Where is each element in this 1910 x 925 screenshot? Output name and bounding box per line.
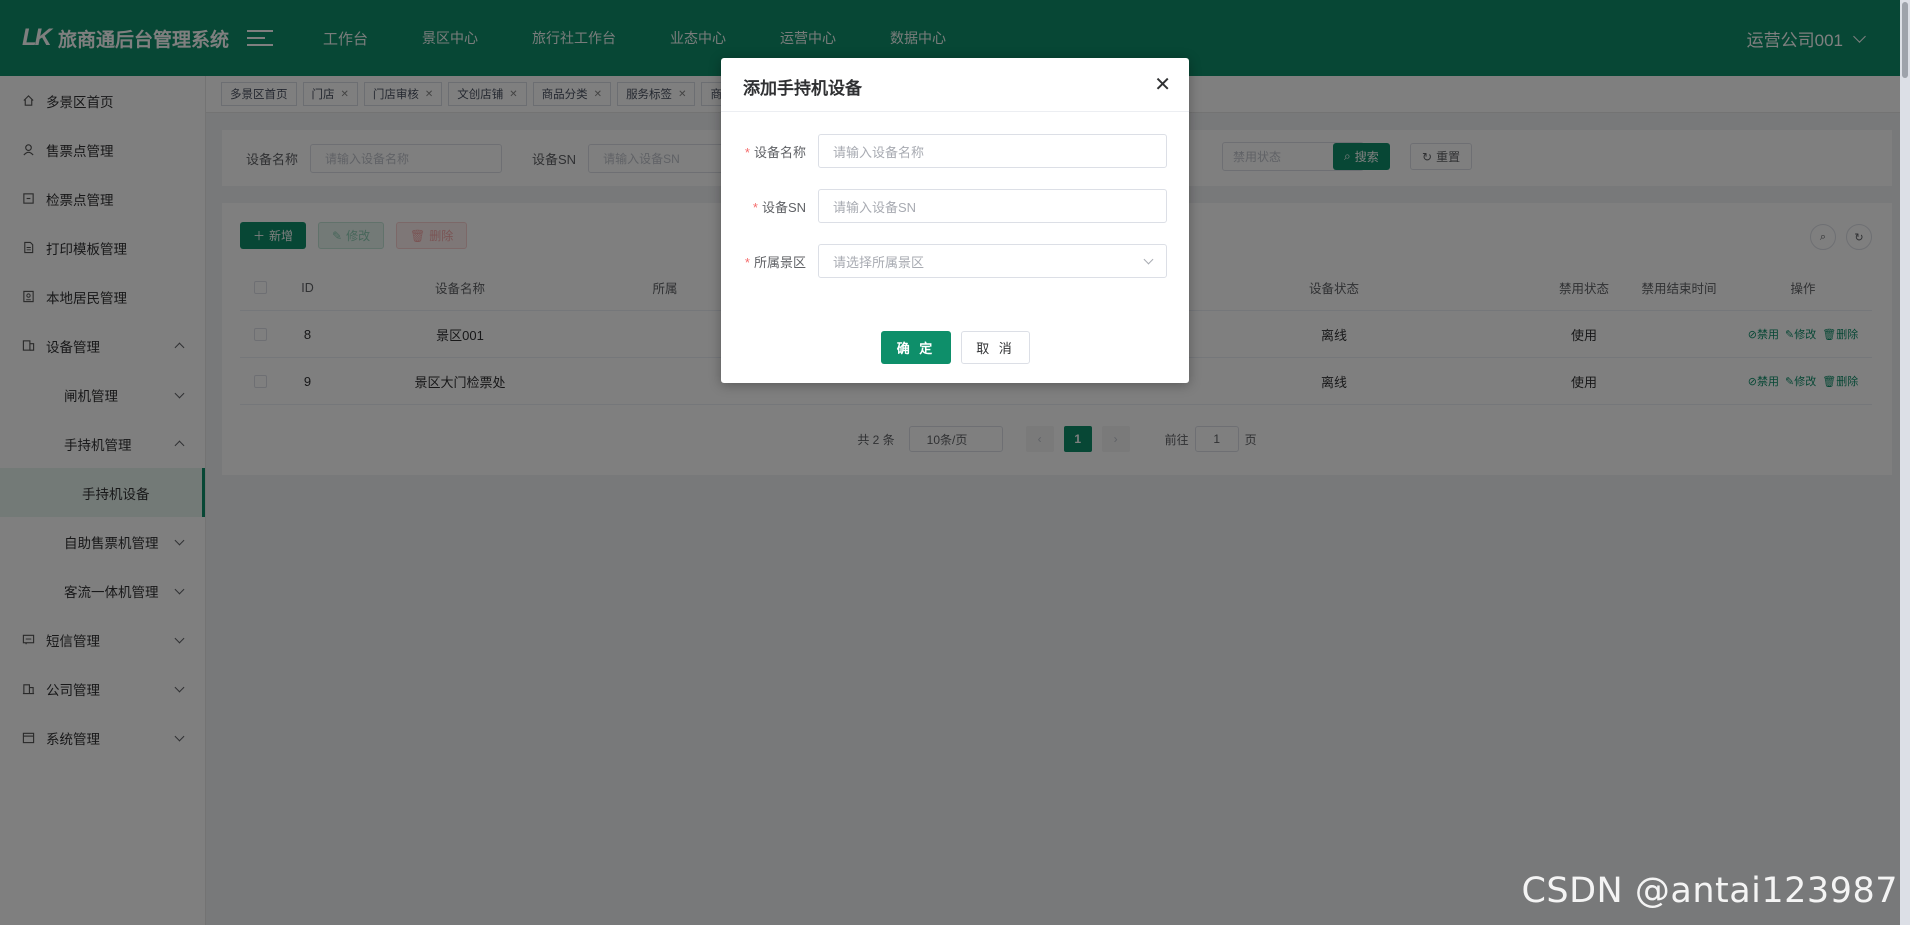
page-scrollbar[interactable] [1900, 0, 1910, 925]
device-name-input[interactable]: 请输入设备名称 [818, 134, 1167, 168]
field-label: * 设备SN [752, 200, 806, 215]
form-row-device-sn: * 设备SN 请输入设备SN [721, 189, 1189, 223]
confirm-button[interactable]: 确 定 [881, 331, 951, 364]
label-text: 设备名称 [753, 145, 806, 160]
watermark-text: CSDN @antai123987 [1521, 871, 1898, 911]
dialog-title: 添加手持机设备 [743, 79, 862, 98]
label-text: 所属景区 [753, 255, 806, 270]
select-placeholder: 请选择所属景区 [833, 254, 925, 270]
form-row-device-name: * 设备名称 请输入设备名称 [721, 134, 1189, 168]
field-label: * 设备名称 [744, 145, 806, 160]
chevron-down-icon [1143, 254, 1154, 265]
close-icon[interactable]: ✕ [1154, 72, 1171, 97]
scenic-select[interactable]: 请选择所属景区 [818, 244, 1167, 278]
form-row-scenic: * 所属景区 请选择所属景区 [721, 244, 1189, 278]
label-text: 设备SN [761, 200, 806, 215]
device-sn-input[interactable]: 请输入设备SN [818, 189, 1167, 223]
add-handheld-device-dialog: 添加手持机设备 ✕ * 设备名称 请输入设备名称 * 设备SN 请输入设备SN * 所… [721, 58, 1189, 383]
scrollbar-thumb[interactable] [1902, 2, 1908, 78]
dialog-divider [721, 111, 1189, 112]
field-label: * 所属景区 [744, 255, 806, 270]
cancel-button[interactable]: 取 消 [961, 331, 1030, 364]
